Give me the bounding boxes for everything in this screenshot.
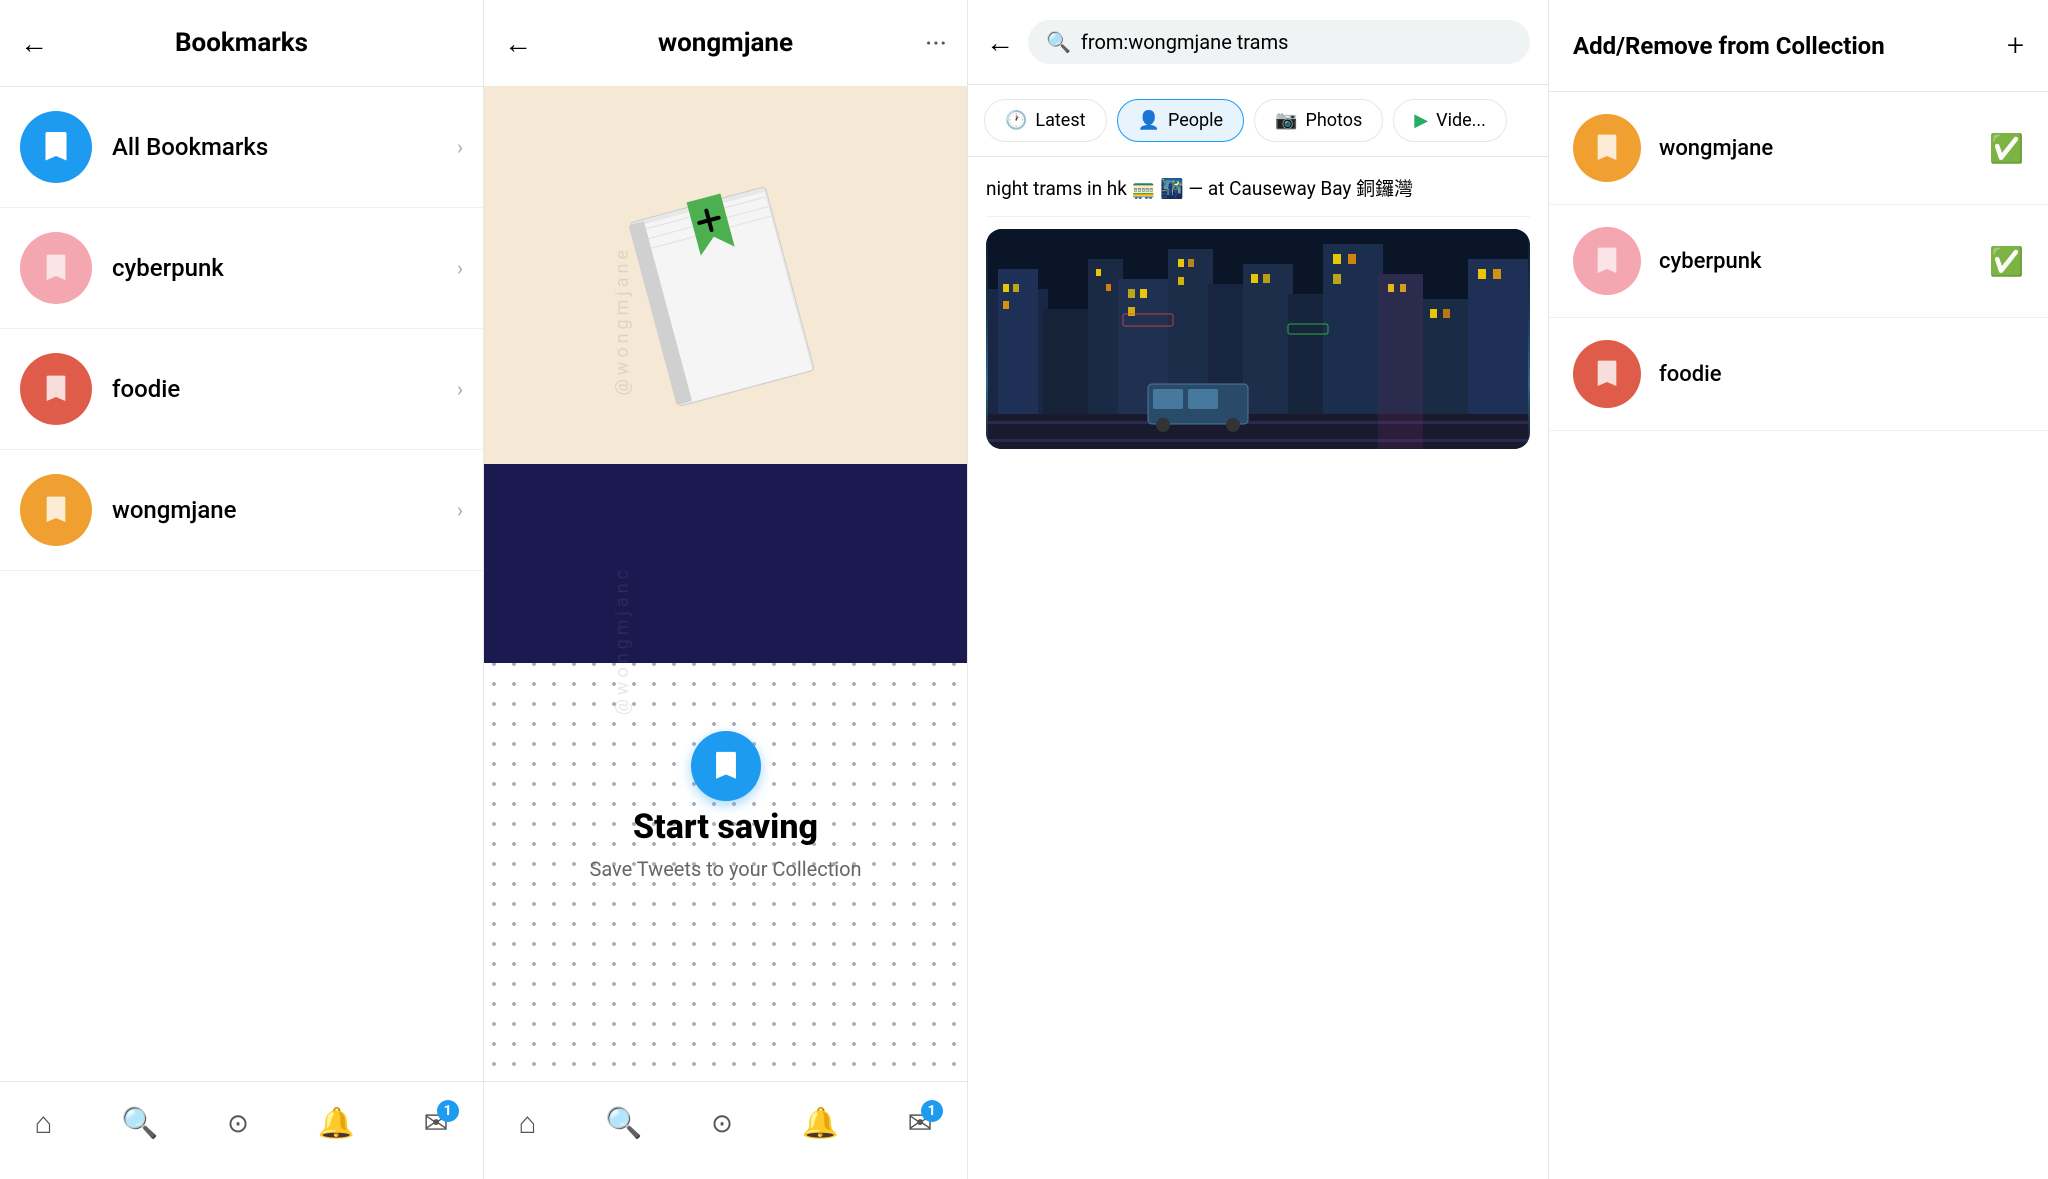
nav-search-2[interactable]: 🔍: [593, 1098, 654, 1149]
collection-item-wongmjane[interactable]: wongmjane ✅: [1549, 92, 2048, 205]
bookmark-label-wongmjane: wongmjane: [112, 496, 457, 524]
chevron-right-icon: ›: [457, 498, 463, 522]
filter-latest-label: Latest: [1035, 110, 1085, 131]
chevron-right-icon: ›: [457, 135, 463, 159]
nav-messages-2[interactable]: ✉ 1: [896, 1098, 945, 1149]
tweet-panel: ← wongmjane ··· @wongmjane @wongmjanc: [484, 0, 968, 1179]
bookmark-item-all[interactable]: All Bookmarks ›: [0, 87, 483, 208]
city-svg: [986, 229, 1530, 449]
bookmarks-title: Bookmarks: [175, 28, 308, 58]
bottom-nav-2: ⌂ 🔍 ⊙ 🔔 ✉ 1: [484, 1081, 967, 1179]
messages-badge: 1: [437, 1100, 459, 1122]
city-image: [986, 229, 1530, 449]
people-icon: 👤: [1138, 110, 1160, 131]
spaces-icon: ⊙: [227, 1109, 249, 1139]
clock-icon: 🕐: [1005, 110, 1027, 131]
tweet-header-title: wongmjane: [658, 28, 793, 58]
spaces-icon-2: ⊙: [711, 1109, 733, 1139]
search-icon-2: 🔍: [605, 1106, 642, 1141]
filter-photos-label: Photos: [1305, 110, 1362, 131]
nav-messages-1[interactable]: ✉ 1: [412, 1098, 461, 1149]
search-icon: 🔍: [121, 1106, 158, 1141]
collection-add-button[interactable]: +: [2007, 28, 2024, 63]
nav-home-2[interactable]: ⌂: [506, 1098, 548, 1149]
tweet-illustration-area: @wongmjane @wongmjanc Start saving: [484, 86, 967, 1081]
start-saving-title: Start saving: [484, 807, 967, 847]
bookmarks-panel: ← Bookmarks All Bookmarks › cyberpunk ›: [0, 0, 484, 1179]
search-panel: ← 🔍 from:wongmjane trams 🕐 Latest 👤 Peop…: [968, 0, 1548, 1179]
collection-avatar-cyberpunk: [1573, 227, 1641, 295]
bookmark-label-cyberpunk: cyberpunk: [112, 254, 457, 282]
collection-header: Add/Remove from Collection +: [1549, 0, 2048, 92]
search-bar-icon: 🔍: [1046, 30, 1071, 54]
result-text-content: night trams in hk 🚃 🌃 — at Causeway Bay …: [986, 177, 1413, 200]
video-icon: ▶: [1414, 110, 1428, 131]
collection-item-cyberpunk[interactable]: cyberpunk ✅: [1549, 205, 2048, 318]
bookmarks-header: ← Bookmarks: [0, 0, 483, 87]
home-icon-2: ⌂: [518, 1106, 536, 1141]
collection-list: wongmjane ✅ cyberpunk ✅ foodie: [1549, 92, 2048, 1179]
search-back-button[interactable]: ←: [986, 26, 1014, 59]
nav-notifications-1[interactable]: 🔔: [306, 1098, 367, 1149]
bookmark-avatar-all: [20, 111, 92, 183]
bookmark-label-all: All Bookmarks: [112, 133, 457, 161]
collection-label-cyberpunk: cyberpunk: [1659, 249, 1989, 274]
collection-avatar-wongmjane: [1573, 114, 1641, 182]
tweet-header: ← wongmjane ···: [484, 0, 967, 86]
tweet-more-button[interactable]: ···: [925, 27, 947, 60]
camera-icon: 📷: [1275, 110, 1297, 131]
search-filters: 🕐 Latest 👤 People 📷 Photos ▶ Vide...: [968, 85, 1548, 157]
result-image[interactable]: [986, 229, 1530, 449]
check-icon-wongmjane: ✅: [1989, 132, 2024, 165]
result-tweet-text: night trams in hk 🚃 🌃 — at Causeway Bay …: [986, 157, 1530, 217]
bookmark-item-foodie[interactable]: foodie ›: [0, 329, 483, 450]
notifications-icon: 🔔: [318, 1106, 355, 1141]
book-illustration: [596, 141, 856, 481]
nav-home-1[interactable]: ⌂: [22, 1098, 64, 1149]
bookmark-item-wongmjane[interactable]: wongmjane ›: [0, 450, 483, 571]
filter-people[interactable]: 👤 People: [1117, 99, 1245, 142]
add-to-collection-fab[interactable]: [691, 731, 761, 801]
check-icon-cyberpunk: ✅: [1989, 245, 2024, 278]
search-bar[interactable]: 🔍 from:wongmjane trams: [1028, 20, 1530, 64]
home-icon: ⌂: [34, 1106, 52, 1141]
nav-search-1[interactable]: 🔍: [109, 1098, 170, 1149]
bookmark-plus-icon: [709, 749, 743, 783]
nav-spaces-2[interactable]: ⊙: [699, 1101, 745, 1147]
bookmark-avatar-wongmjane: [20, 474, 92, 546]
filter-videos[interactable]: ▶ Vide...: [1393, 99, 1507, 142]
start-saving-area: Start saving Save Tweets to your Collect…: [484, 807, 967, 881]
search-results: night trams in hk 🚃 🌃 — at Causeway Bay …: [968, 157, 1548, 1179]
nav-notifications-2[interactable]: 🔔: [790, 1098, 851, 1149]
filter-photos[interactable]: 📷 Photos: [1254, 99, 1383, 142]
tweet-back-button[interactable]: ←: [504, 27, 532, 60]
nav-spaces-1[interactable]: ⊙: [215, 1101, 261, 1147]
bookmark-avatar-foodie: [20, 353, 92, 425]
notifications-icon-2: 🔔: [802, 1106, 839, 1141]
messages-badge-2: 1: [921, 1100, 943, 1122]
collection-label-wongmjane: wongmjane: [1659, 136, 1989, 161]
filter-videos-label: Vide...: [1436, 110, 1486, 131]
collection-panel: Add/Remove from Collection + wongmjane ✅…: [1548, 0, 2048, 1179]
filter-latest[interactable]: 🕐 Latest: [984, 99, 1107, 142]
search-header: ← 🔍 from:wongmjane trams: [968, 0, 1548, 85]
collection-avatar-foodie: [1573, 340, 1641, 408]
chevron-right-icon: ›: [457, 377, 463, 401]
bottom-nav-1: ⌂ 🔍 ⊙ 🔔 ✉ 1: [0, 1081, 483, 1179]
chevron-right-icon: ›: [457, 256, 463, 280]
collection-item-foodie[interactable]: foodie: [1549, 318, 2048, 431]
bookmark-avatar-cyberpunk: [20, 232, 92, 304]
bookmarks-back-button[interactable]: ←: [20, 27, 48, 60]
filter-people-label: People: [1168, 110, 1223, 131]
bookmark-item-cyberpunk[interactable]: cyberpunk ›: [0, 208, 483, 329]
bookmark-label-foodie: foodie: [112, 375, 457, 403]
collection-label-foodie: foodie: [1659, 362, 2024, 387]
bookmark-list: All Bookmarks › cyberpunk › foodie ›: [0, 87, 483, 1081]
collection-title: Add/Remove from Collection: [1573, 32, 1885, 60]
start-saving-subtitle: Save Tweets to your Collection: [484, 857, 967, 881]
search-query-text: from:wongmjane trams: [1081, 30, 1289, 54]
